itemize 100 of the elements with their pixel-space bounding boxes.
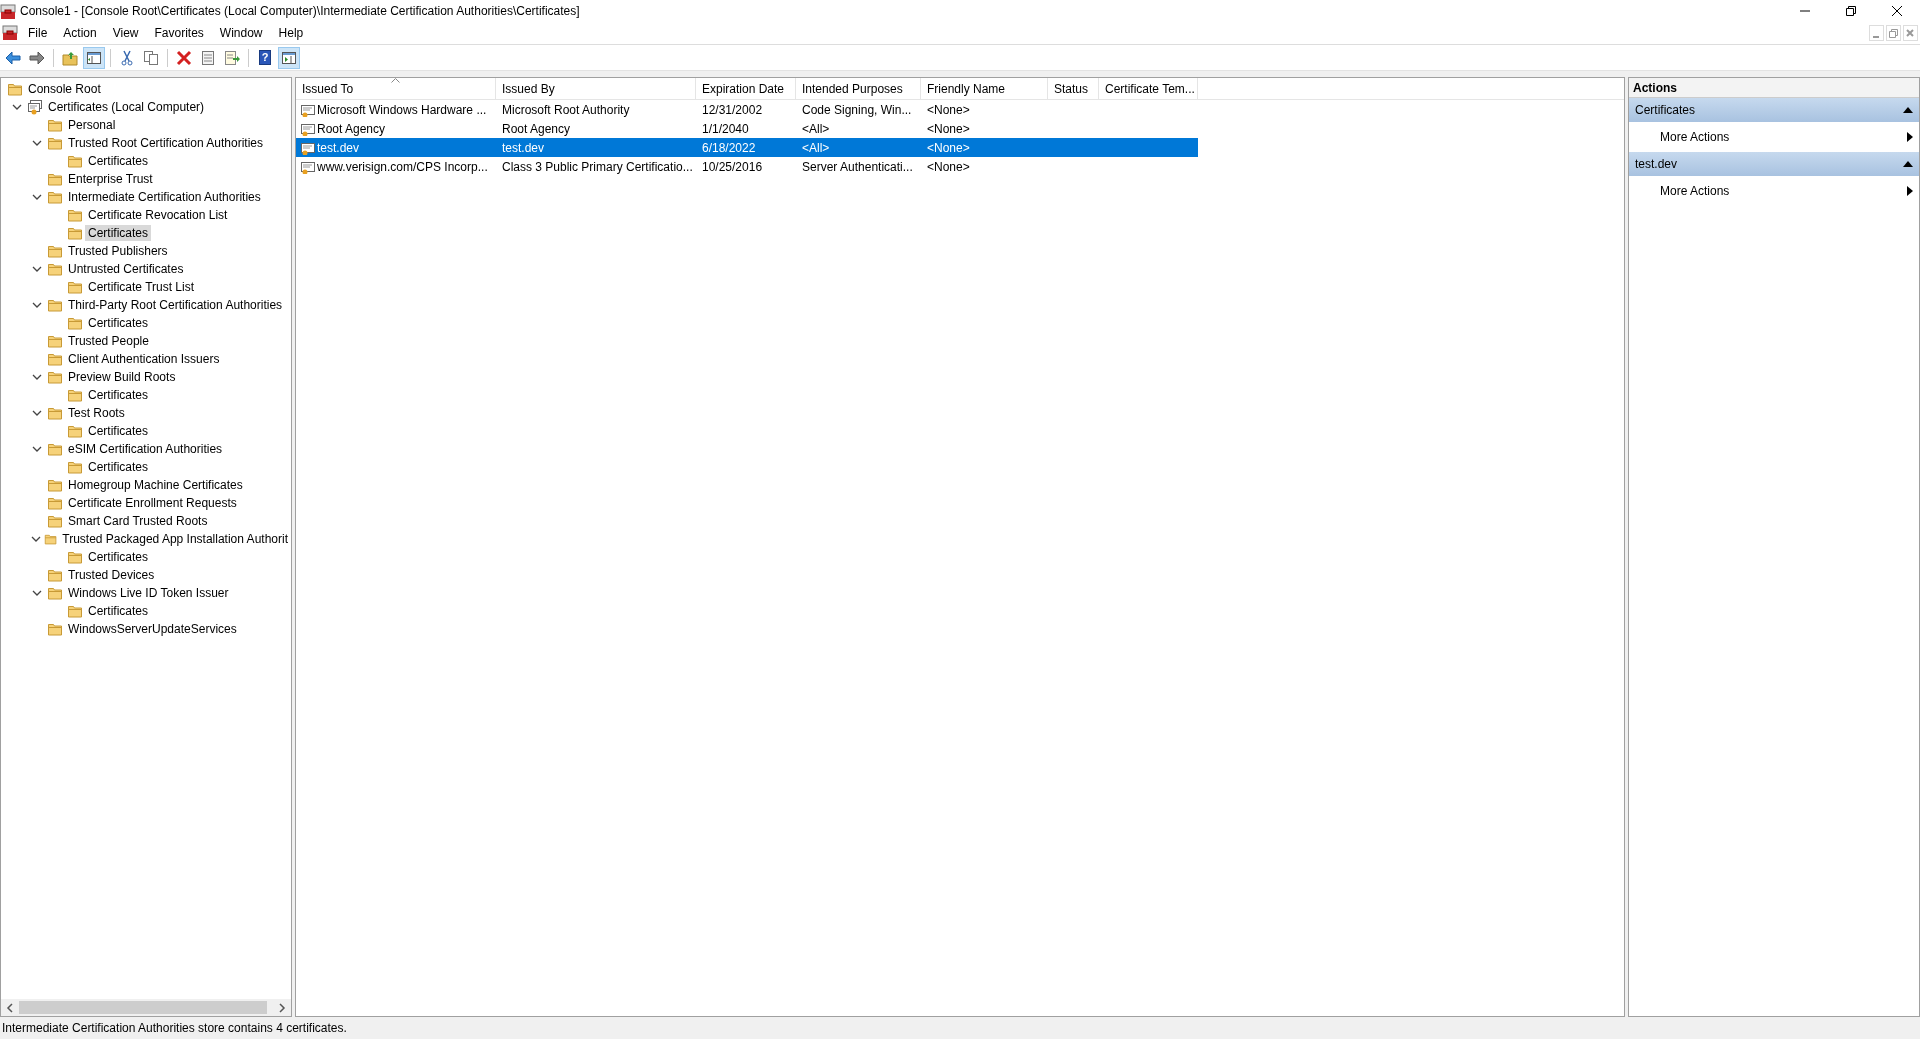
tree-item[interactable]: Certificates (Local Computer) (45, 99, 208, 115)
folder-up-icon (62, 49, 78, 66)
column-header[interactable]: Issued To (296, 78, 496, 99)
folder-icon (47, 297, 63, 313)
app-icon[interactable] (2, 25, 18, 41)
submenu-arrow-icon (1907, 186, 1913, 196)
scroll-left-icon[interactable] (4, 1001, 16, 1014)
table-cell: <None> (927, 102, 970, 117)
folder-icon (67, 603, 83, 619)
tree-item[interactable]: Console Root (25, 81, 104, 97)
table-cell-text: test.dev (317, 139, 360, 157)
tree-item[interactable]: Homegroup Machine Certificates (65, 477, 246, 493)
tree-item[interactable]: Intermediate Certification Authorities (65, 189, 264, 205)
tree-item[interactable]: Third-Party Root Certification Authorities (65, 297, 286, 313)
folder-icon (47, 135, 63, 151)
scrollbar-thumb[interactable] (19, 1001, 267, 1014)
tree-item[interactable]: Trusted Root Certification Authorities (65, 135, 266, 151)
tree-item[interactable]: Windows Live ID Token Issuer (65, 585, 232, 601)
chevron-icon[interactable] (32, 300, 42, 310)
folder-icon (67, 207, 83, 223)
menu-item[interactable]: Help (270, 24, 312, 42)
tree-item[interactable]: Certificates (85, 603, 152, 619)
help-button[interactable]: ? (254, 46, 276, 69)
folder-icon (67, 387, 83, 403)
forward-arrow-icon (29, 49, 45, 66)
table-row[interactable]: Microsoft Windows Hardware ... Microsoft Root Authority 12/31/2002 Code Signing, Win... <None> (296, 100, 1198, 119)
chevron-icon[interactable] (32, 192, 42, 202)
chevron-icon[interactable] (32, 588, 42, 598)
chevron-icon[interactable] (32, 408, 42, 418)
tree-item[interactable]: Test Roots (65, 405, 128, 421)
scroll-right-icon[interactable] (276, 1001, 288, 1014)
table-cell: Server Authenticati... (802, 159, 913, 174)
folder-icon (47, 333, 63, 349)
action-item[interactable]: More Actions (1629, 176, 1919, 206)
folder-icon (47, 369, 63, 385)
actions-title: Actions (1629, 78, 1919, 98)
mdi-restore-icon[interactable] (1886, 25, 1901, 41)
tree-item[interactable]: WindowsServerUpdateServices (65, 621, 240, 637)
chevron-icon[interactable] (32, 138, 42, 148)
properties-icon (200, 49, 216, 66)
column-header[interactable]: Status (1048, 78, 1099, 99)
column-header[interactable]: Friendly Name (921, 78, 1048, 99)
menu-item[interactable]: File (20, 24, 56, 42)
folder-icon (67, 279, 83, 295)
tree-item[interactable]: Enterprise Trust (65, 171, 156, 187)
chevron-icon[interactable] (12, 102, 22, 112)
mdi-minimize-icon[interactable] (1869, 25, 1884, 41)
tree-item[interactable]: Certificates (85, 549, 152, 565)
tree-item[interactable]: Certificate Trust List (85, 279, 198, 295)
folder-icon (67, 459, 83, 475)
column-header[interactable]: Certificate Tem... (1099, 78, 1198, 99)
menu-item[interactable]: View (104, 24, 147, 42)
table-cell: 10/25/2016 (702, 159, 763, 174)
tree-item[interactable]: Personal (65, 117, 119, 133)
menu-item[interactable]: Favorites (146, 24, 212, 42)
tree-item[interactable]: Certificates (85, 423, 152, 439)
tree-item[interactable]: Certificates (85, 315, 152, 331)
tree-item[interactable]: Trusted Publishers (65, 243, 171, 259)
tree-item[interactable]: Certificates (85, 387, 152, 403)
console-tree-button[interactable] (83, 46, 105, 69)
tree-item[interactable]: Trusted Packaged App Installation Authorit (59, 531, 291, 547)
menu-item[interactable]: Window (211, 24, 271, 42)
mdi-close-icon[interactable] (1903, 25, 1918, 41)
folder-icon (47, 621, 63, 637)
folder-icon (47, 171, 63, 187)
action-item[interactable]: More Actions (1629, 122, 1919, 152)
tree-item[interactable]: Certificate Enrollment Requests (65, 495, 240, 511)
action-group-header[interactable]: Certificates (1629, 98, 1919, 122)
tree-item[interactable]: Smart Card Trusted Roots (65, 513, 211, 529)
chevron-icon[interactable] (32, 372, 42, 382)
tree-item[interactable]: Certificates (85, 225, 152, 241)
action-group-header[interactable]: test.dev (1629, 152, 1919, 176)
column-header[interactable]: Expiration Date (696, 78, 796, 99)
tree-item[interactable]: Client Authentication Issuers (65, 351, 223, 367)
tree-item[interactable]: Untrusted Certificates (65, 261, 187, 277)
column-header[interactable]: Issued By (496, 78, 696, 99)
folder-icon (47, 441, 63, 457)
tree-item[interactable]: Certificate Revocation List (85, 207, 231, 223)
chevron-icon[interactable] (30, 534, 41, 544)
tree-item[interactable]: Certificates (85, 459, 152, 475)
chevron-icon[interactable] (32, 444, 42, 454)
table-row[interactable]: test.dev test.dev 6/18/2022 <All> <None> (296, 138, 1198, 157)
table-row[interactable]: Root Agency Root Agency 1/1/2040 <All> <None> (296, 119, 1198, 138)
scissors-icon (119, 49, 135, 66)
folder-icon (47, 117, 63, 133)
menu-item[interactable]: Action (55, 24, 105, 42)
tree-item[interactable]: Certificates (85, 153, 152, 169)
copy-icon (143, 49, 159, 66)
table-row[interactable]: www.verisign.com/CPS Incorp... Class 3 Public Primary Certificatio... 10/25/2016 Server Authenticati... <None> (296, 157, 1198, 176)
column-header[interactable]: Intended Purposes (796, 78, 921, 99)
certificate-icon (300, 140, 316, 155)
action-pane-button[interactable] (278, 46, 300, 69)
table-cell: 12/31/2002 (702, 102, 763, 117)
table-cell: Root Agency (502, 121, 571, 136)
action-pane-icon (281, 49, 297, 66)
tree-item[interactable]: Preview Build Roots (65, 369, 179, 385)
chevron-icon[interactable] (32, 264, 42, 274)
tree-item[interactable]: eSIM Certification Authorities (65, 441, 226, 457)
tree-item[interactable]: Trusted People (65, 333, 152, 349)
tree-item[interactable]: Trusted Devices (65, 567, 158, 583)
